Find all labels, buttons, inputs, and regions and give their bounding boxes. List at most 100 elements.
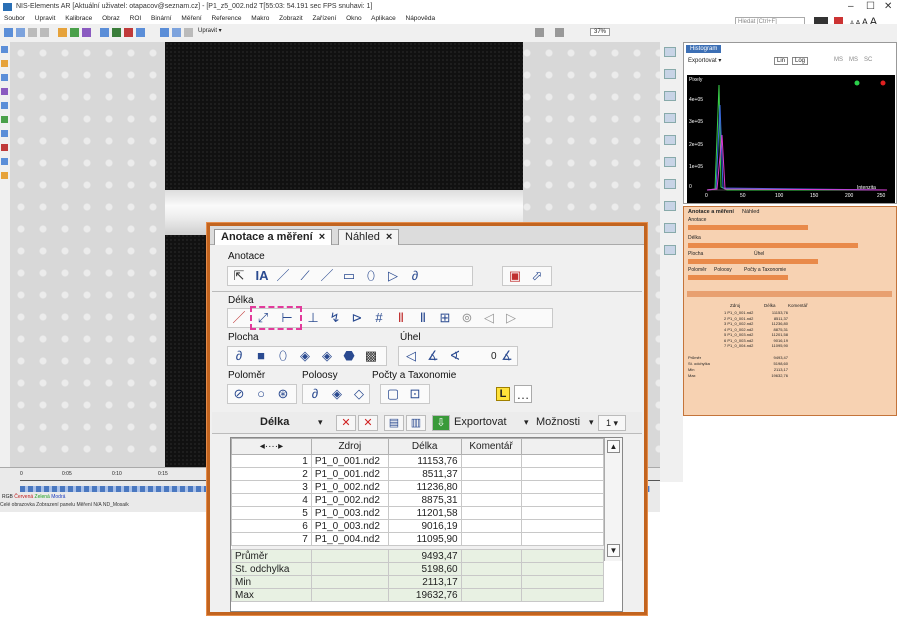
toolbar-tool8-icon[interactable] [160,28,169,37]
yellow-l-icon[interactable]: L [496,387,510,401]
left-tool-icon[interactable] [1,116,8,123]
record-icon[interactable]: ▣ [506,267,524,285]
side-panel-preview-tab[interactable]: Náhled [742,209,759,215]
menu-item-binarni[interactable]: Binární [151,15,172,22]
toolbar-tool5-icon[interactable] [112,28,121,37]
radius-circle-icon[interactable]: ○ [252,385,270,403]
mode-sc[interactable]: SC [864,57,872,63]
length-vertical-icon[interactable]: ⊥ [304,309,322,327]
scroll-up-icon[interactable]: ▲ [607,440,620,453]
tab-nahled[interactable]: Náhled × [338,229,400,245]
upravit-dropdown[interactable]: Upravit ▾ [198,27,222,34]
left-tool-icon[interactable] [1,130,8,137]
redo-icon[interactable] [40,28,49,37]
freehand-icon[interactable]: ∂ [406,267,424,285]
toolbar-tool-icon[interactable] [58,28,67,37]
left-tool-icon[interactable] [1,46,8,53]
close-icon[interactable]: × [319,231,325,243]
side-tools-row[interactable] [688,225,808,230]
count-icon[interactable]: ▢ [384,385,402,403]
side-panel-title[interactable]: Anotace a měření [688,209,734,215]
page-select[interactable]: 1 ▾ [598,415,626,431]
menu-item-roi[interactable]: ROI [130,15,142,22]
chart-icon[interactable]: ▥ [406,415,426,431]
copy-excel-icon[interactable]: ▤ [384,415,404,431]
mode-ms1[interactable]: MS [834,57,843,63]
export-chevron-icon[interactable]: ▾ [524,417,529,428]
radius-icon[interactable]: ⊘ [230,385,248,403]
right-tool-icon[interactable] [664,179,676,189]
length-grid-icon[interactable]: # [370,309,388,327]
row-comment[interactable] [460,493,522,507]
menu-item-zobrazit[interactable]: Zobrazit [279,15,302,22]
menu-item-mereni[interactable]: Měření [181,15,201,22]
left-tool-icon[interactable] [1,74,8,81]
status-item[interactable]: Měření [76,502,92,508]
toolbar-tool3-icon[interactable] [82,28,91,37]
menu-item-reference[interactable]: Reference [211,15,241,22]
channel-blue[interactable]: Modrá [51,494,65,500]
zoom-field[interactable]: 37% [590,28,611,36]
log-button[interactable]: Log [792,57,809,65]
export-button[interactable]: Exportovat [454,416,507,428]
left-tool-icon[interactable] [1,172,8,179]
chevron-down-icon[interactable]: ▾ [318,417,323,428]
pointer-icon[interactable]: ⇱ [230,267,248,285]
semiaxis3-icon[interactable]: ◇ [350,385,368,403]
right-tool-icon[interactable] [664,135,676,145]
row-comment[interactable] [460,480,522,494]
menu-item-upravit[interactable]: Upravit [35,15,56,22]
line-tool-icon[interactable]: ／ [318,267,336,285]
row-comment[interactable] [460,532,522,546]
right-tool-icon[interactable] [664,69,676,79]
length-distance-icon[interactable]: ⊞ [436,309,454,327]
histogram-tab[interactable]: Histogram [686,45,722,53]
area-auto-icon[interactable]: ◈ [318,347,336,365]
right-tool-icon[interactable] [664,47,676,57]
view2-icon[interactable] [555,28,564,37]
col-nav[interactable]: ◂····▸ [231,438,312,455]
minimize-button[interactable]: – [848,0,854,14]
length-arc-icon[interactable]: ⊳ [348,309,366,327]
row-comment[interactable] [460,467,522,481]
toolbar-tool4-icon[interactable] [100,28,109,37]
text-annotation-icon[interactable]: IA [250,267,274,285]
histogram-export-button[interactable]: Exportovat ▾ [688,57,721,64]
delete-all-icon[interactable]: ✕ [358,415,378,431]
angle-3pt-icon[interactable]: ∡ [424,347,442,365]
toolbar-tool10-icon[interactable] [184,28,193,37]
menu-item-makro[interactable]: Makro [251,15,269,22]
right-tool-icon[interactable] [664,223,676,233]
menu-item-zarizeni[interactable]: Zařízení [312,15,336,22]
taxonomy-icon[interactable]: ⊡ [406,385,424,403]
table-row[interactable]: 4 P1_0_002.nd2 8875,31 [231,493,604,507]
scroll-down-icon[interactable]: ▼ [607,544,620,557]
side-tools-row[interactable] [688,243,858,248]
tab-anotace-mereni[interactable]: Anotace a měření × [214,229,333,245]
right-tool-icon[interactable] [664,91,676,101]
area-binary-icon[interactable]: ▩ [362,347,380,365]
length-parallel-icon[interactable]: Ⅱ [392,309,410,327]
semiaxis-icon[interactable]: ∂ [306,385,324,403]
toolbar-tool6-icon[interactable] [124,28,133,37]
arrow-tool-icon[interactable]: ／ [274,267,292,285]
options-button[interactable]: Možnosti [536,416,580,428]
length-polyline-icon[interactable]: ↯ [326,309,344,327]
side-tools-row[interactable] [688,259,818,264]
histogram-plot[interactable]: Pixely 4e+05 3e+05 2e+05 1e+05 0 0 50 10… [687,75,895,203]
status-item[interactable]: Zobrazení panelu [36,502,75,508]
angle-icon[interactable]: ◁ [402,347,420,365]
toolbar-tool7-icon[interactable] [136,28,145,37]
mode-ms2[interactable]: MS [849,57,858,63]
area-polygon-icon[interactable]: ◈ [296,347,314,365]
table-row[interactable]: 7 P1_0_004.nd2 11095,90 [231,532,604,546]
length-angle-icon[interactable]: ◁ [480,309,498,327]
label-arrow-icon[interactable]: ⟋ [296,267,314,285]
pointer-select-icon[interactable]: ⬀ [528,267,546,285]
row-comment[interactable] [460,506,522,520]
table-row[interactable]: 6 P1_0_003.nd2 9016,19 [231,519,604,533]
col-zdroj[interactable]: Zdroj [310,438,389,455]
right-tool-icon[interactable] [664,157,676,167]
channel-green[interactable]: Zelená [35,494,50,500]
toolbar-tool2-icon[interactable] [70,28,79,37]
